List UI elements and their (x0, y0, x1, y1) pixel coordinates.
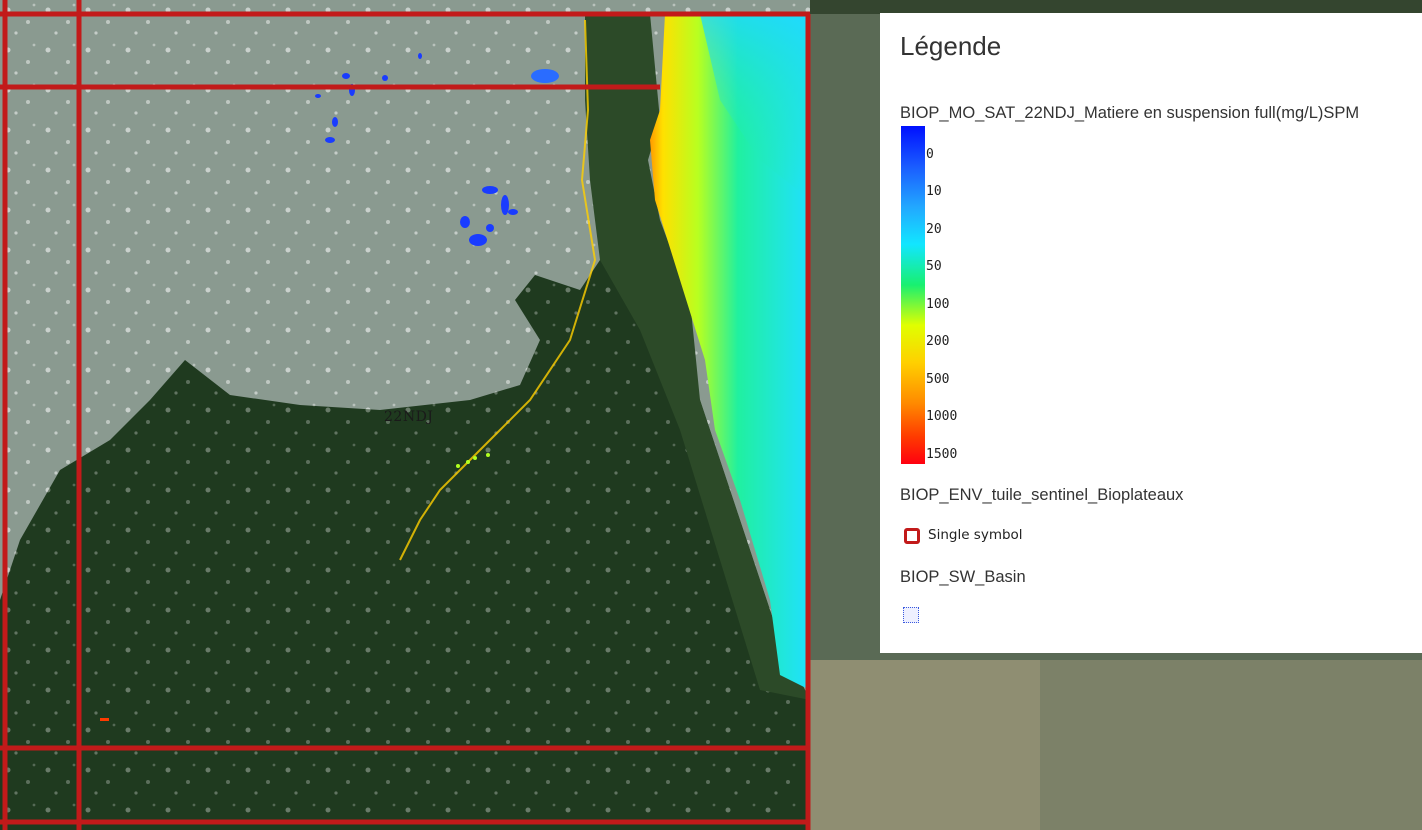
ramp-label-1000: 1000 (926, 409, 958, 424)
legend-panel: Légende BIOP_MO_SAT_22NDJ_Matiere en sus… (880, 13, 1422, 653)
basin-symbol-swatch (903, 607, 919, 623)
ramp-label-200: 200 (926, 334, 950, 349)
layer-name-sentinel-tiles: BIOP_ENV_tuile_sentinel_Bioplateaux (900, 486, 1184, 504)
ramp-label-20: 20 (926, 222, 942, 237)
ramp-label-10: 10 (926, 184, 942, 199)
ramp-label-100: 100 (926, 297, 950, 312)
layer-name-spm: BIOP_MO_SAT_22NDJ_Matiere en suspension … (900, 104, 1360, 122)
ramp-label-500: 500 (926, 372, 950, 387)
ramp-label-0: 0 (926, 147, 934, 162)
ramp-label-1500: 1500 (926, 447, 958, 462)
legend-title: Légende (900, 31, 1002, 61)
ramp-label-50: 50 (926, 259, 942, 274)
single-symbol-label: Single symbol (928, 527, 1023, 543)
tile-label-22ndj: 22NDJ (384, 409, 434, 425)
spm-color-ramp (901, 126, 925, 464)
layer-name-basin: BIOP_SW_Basin (900, 568, 1026, 586)
single-symbol-swatch (904, 528, 920, 544)
